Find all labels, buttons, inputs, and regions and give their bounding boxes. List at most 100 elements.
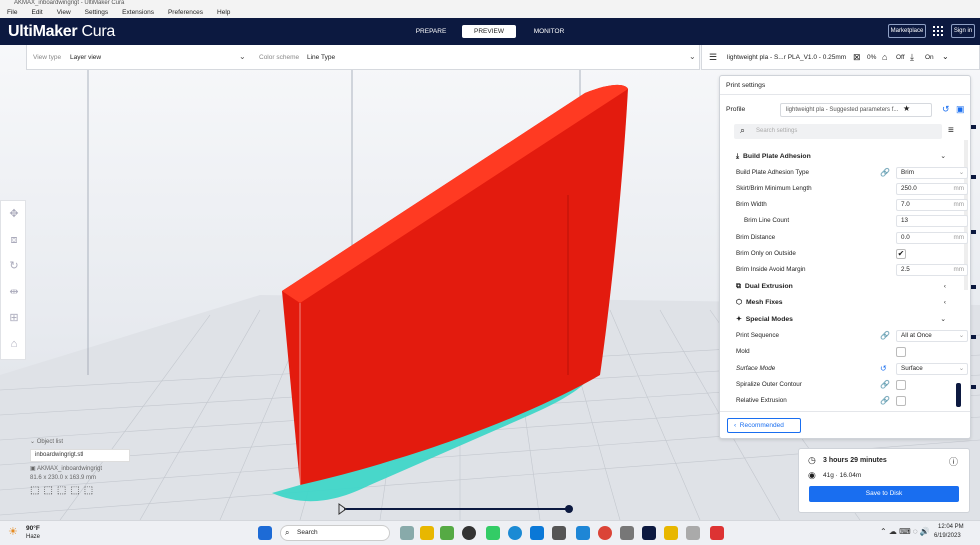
setting-brim-width: Brim Width 7.0 mm — [736, 198, 968, 212]
file-explorer-icon[interactable] — [420, 526, 434, 540]
link-icon: 🔗 — [880, 396, 890, 405]
setting-adhesion-type: Build Plate Adhesion Type 🔗 Brim ⌄ — [736, 166, 968, 180]
brim-line-count-input[interactable]: 13 — [896, 215, 968, 227]
adhesion-value: On — [925, 54, 934, 61]
store-icon[interactable] — [530, 526, 544, 540]
move-icon[interactable]: ✥ — [7, 207, 21, 221]
skirt-min-length-input[interactable]: 250.0 mm — [896, 183, 968, 195]
tray-icons[interactable]: ⌃ ☁ ⌨ ◌ 🔊 — [880, 527, 930, 536]
setting-print-sequence: Print Sequence 🔗 All at Once ⌄ — [736, 329, 968, 343]
infill-icon: ⊠ — [853, 52, 861, 62]
brim-distance-input[interactable]: 0.0 mm — [896, 232, 968, 244]
chevron-down-icon[interactable]: ⌄ — [942, 52, 949, 61]
reset-icon: ↺ — [880, 364, 887, 373]
brim-avoid-margin-input[interactable]: 2.5 mm — [896, 264, 968, 276]
surface-mode-select[interactable]: Surface ⌄ — [896, 363, 968, 375]
apps-grid-icon[interactable] — [932, 24, 944, 38]
infill-value: 0% — [867, 54, 877, 61]
tab-monitor[interactable]: MONITOR — [521, 25, 577, 38]
app-icon[interactable] — [552, 526, 566, 540]
object-file-item[interactable]: inboardwingrigt.stl — [30, 449, 130, 462]
settings-scrollbar[interactable] — [956, 383, 961, 407]
app-icon[interactable] — [620, 526, 634, 540]
chat-icon[interactable] — [440, 526, 454, 540]
mesh-icon: ⬡ — [736, 299, 742, 306]
category-mesh-fixes[interactable]: ⬡ Mesh Fixes ‹ — [736, 296, 950, 310]
edge-icon[interactable] — [508, 526, 522, 540]
category-special-modes[interactable]: ✦ Special Modes ⌄ — [736, 313, 950, 327]
cura-icon[interactable] — [642, 526, 656, 540]
chevron-down-icon[interactable]: ⌄ — [239, 52, 246, 61]
recommended-button[interactable]: ‹ Recommended — [727, 418, 801, 433]
menu-bar: File Edit View Settings Extensions Prefe… — [0, 7, 980, 18]
menu-edit[interactable]: Edit — [31, 7, 42, 18]
star-icon[interactable]: ★ — [903, 104, 910, 113]
media-icon[interactable] — [462, 526, 476, 540]
object-list: ⌄ Object list inboardwingrigt.stl ▣ AKMA… — [30, 438, 140, 498]
menu-icon[interactable]: ≡ — [948, 125, 954, 136]
category-dual-extrusion[interactable]: ⧉ Dual Extrusion ‹ — [736, 280, 950, 294]
spiralize-checkbox[interactable] — [896, 380, 906, 390]
search-settings-input[interactable]: Search settings — [756, 128, 797, 134]
clock-icon: ◷ — [808, 455, 816, 465]
taskbar-search[interactable]: ⌕ Search — [280, 525, 390, 541]
support-blocker-icon[interactable]: ⌂ — [7, 337, 21, 351]
app-header: UltiMaker Cura PREPARE PREVIEW MONITOR M… — [0, 18, 980, 45]
relative-extrusion-checkbox[interactable] — [896, 396, 906, 406]
color-scheme-select[interactable]: Line Type — [307, 54, 335, 61]
menu-file[interactable]: File — [7, 7, 17, 18]
menu-view[interactable]: View — [57, 7, 71, 18]
menu-help[interactable]: Help — [217, 7, 230, 18]
tab-prepare[interactable]: PREPARE — [405, 25, 457, 38]
adhesion-type-select[interactable]: Brim ⌄ — [896, 167, 968, 179]
per-model-settings-icon[interactable]: ⊞ — [7, 311, 21, 325]
menu-settings[interactable]: Settings — [85, 7, 109, 18]
mail-icon[interactable] — [576, 526, 590, 540]
windows-start-icon[interactable] — [258, 526, 272, 540]
object-list-header[interactable]: ⌄ Object list — [30, 438, 140, 445]
chevron-down-icon: ⌄ — [940, 316, 946, 323]
adhesion-icon: ⤓ — [736, 153, 740, 160]
brim-only-outside-checkbox[interactable]: ✔ — [896, 249, 906, 259]
print-sequence-select[interactable]: All at Once ⌄ — [896, 330, 968, 342]
save-to-disk-button[interactable]: Save to Disk — [809, 486, 959, 502]
app-icon[interactable] — [664, 526, 678, 540]
chrome-icon[interactable] — [598, 526, 612, 540]
rotate-icon[interactable]: ↻ — [7, 259, 21, 273]
search-settings-field[interactable]: ⌕ Search settings — [734, 124, 942, 139]
chevron-down-icon[interactable]: ⌄ — [689, 52, 696, 61]
chevron-down-icon: ⌄ — [940, 153, 946, 160]
app-icon[interactable] — [486, 526, 500, 540]
tab-preview[interactable]: PREVIEW — [462, 25, 516, 38]
dual-extrusion-icon: ⧉ — [736, 283, 741, 290]
setting-spiralize: Spiralize Outer Contour 🔗 — [736, 378, 950, 392]
setting-relative-extrusion: Relative Extrusion 🔗 — [736, 394, 950, 408]
marketplace-button[interactable]: Marketplace — [888, 24, 926, 38]
view-type-select[interactable]: Layer view — [70, 54, 101, 61]
link-icon: 🔗 — [880, 331, 890, 340]
reset-icon[interactable]: ↺ — [942, 104, 950, 115]
mirror-icon[interactable]: ⇹ — [7, 285, 21, 299]
app-icon[interactable] — [686, 526, 700, 540]
search-icon: ⌕ — [285, 528, 290, 537]
clock-date: 6/19/2023 — [934, 533, 961, 539]
spool-icon: ◉ — [808, 470, 816, 480]
mold-checkbox[interactable] — [896, 347, 906, 357]
scale-icon[interactable]: ⧈ — [7, 233, 21, 247]
profile-summary[interactable]: lightweight pla - S...r PLA_V1.0 - 0.25m… — [727, 54, 846, 61]
app-icon[interactable] — [710, 526, 724, 540]
sign-in-button[interactable]: Sign in — [951, 24, 975, 38]
category-build-plate-adhesion[interactable]: ⤓ Build Plate Adhesion ⌄ — [736, 150, 950, 164]
menu-extensions[interactable]: Extensions — [122, 7, 154, 18]
print-setup-bar[interactable]: ☰ lightweight pla - S...r PLA_V1.0 - 0.2… — [701, 45, 980, 70]
view-bar: View type Layer view ⌄ Color scheme Line… — [26, 45, 700, 70]
sliders-icon: ☰ — [709, 52, 718, 62]
menu-preferences[interactable]: Preferences — [168, 7, 203, 18]
view-cube-icons[interactable]: ⬚⬚⬚⬚⬚ — [30, 485, 140, 496]
task-view-icon[interactable] — [400, 526, 414, 540]
object-dimensions: 81.6 x 230.0 x 163.9 mm — [30, 475, 97, 481]
profile-label: Profile — [726, 106, 746, 113]
brim-width-input[interactable]: 7.0 mm — [896, 199, 968, 211]
save-profile-icon[interactable]: ▣ — [956, 104, 965, 115]
info-icon[interactable]: ⓘ — [949, 455, 958, 468]
